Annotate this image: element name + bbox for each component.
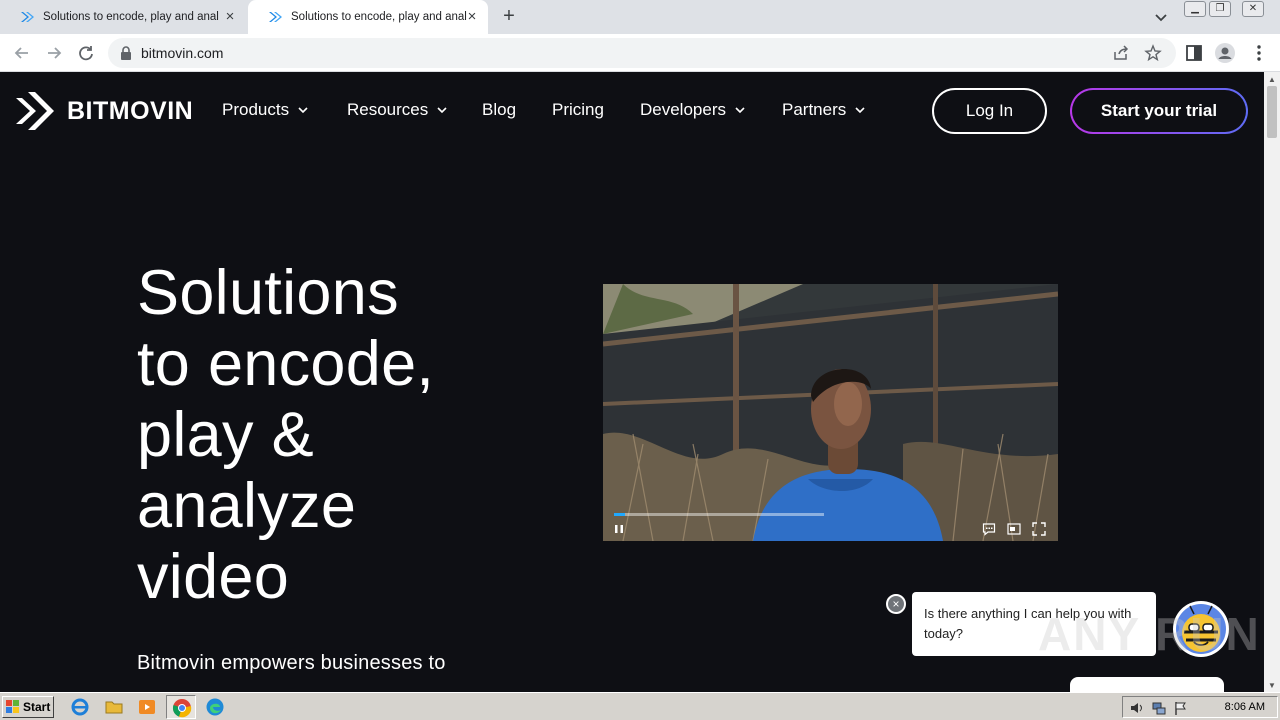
close-window-icon[interactable]: ✕ [1242, 1, 1264, 17]
address-bar[interactable]: bitmovin.com [108, 38, 1176, 68]
volume-icon[interactable] [1129, 700, 1145, 716]
hero-title-line: Solutions [137, 258, 399, 328]
tab-close-icon[interactable]: × [464, 9, 480, 25]
tab-strip: Solutions to encode, play and analyze vi… [0, 0, 1280, 34]
media-player-icon[interactable] [137, 697, 157, 717]
bitmovin-logo-icon [16, 92, 54, 130]
internet-explorer-icon[interactable] [70, 697, 90, 717]
chevron-down-icon [298, 106, 308, 113]
login-button[interactable]: Log In [932, 88, 1047, 134]
forward-icon[interactable] [43, 42, 65, 64]
page-scrollbar[interactable]: ▲ ▼ [1264, 72, 1280, 692]
share-icon[interactable] [1112, 44, 1130, 62]
chrome-icon [172, 699, 192, 718]
system-tray: 8:06 AM [1122, 696, 1278, 718]
back-icon[interactable] [11, 42, 33, 64]
scroll-up-arrow-icon[interactable]: ▲ [1268, 75, 1276, 84]
tab-search-chevron-icon[interactable] [1152, 8, 1170, 26]
video-progress-bar[interactable] [614, 513, 824, 516]
file-explorer-icon[interactable] [104, 697, 124, 717]
minimize-icon[interactable]: ▁ [1184, 1, 1206, 17]
side-panel-icon[interactable] [1183, 42, 1205, 64]
menu-kebab-icon[interactable] [1248, 42, 1270, 64]
restore-icon[interactable]: ❐ [1209, 1, 1231, 17]
nav-label: Products [222, 100, 290, 119]
nav-label: Partners [782, 100, 847, 119]
video-player[interactable] [603, 284, 1058, 541]
anyrun-watermark: ANY RUN [1038, 608, 1261, 660]
url-text: bitmovin.com [141, 45, 224, 61]
nav-label: Developers [640, 100, 726, 119]
bitmovin-logo[interactable]: BITMOVIN [16, 92, 193, 130]
start-trial-label: Start your trial [1072, 90, 1246, 132]
hero-title-line: play & [137, 400, 314, 470]
chevron-down-icon [437, 106, 447, 113]
nav-resources[interactable]: Resources [347, 100, 447, 120]
edge-icon[interactable] [205, 697, 225, 717]
scrollbar-thumb[interactable] [1267, 86, 1277, 138]
subtitles-icon[interactable] [982, 522, 996, 536]
start-label: Start [23, 700, 51, 714]
tab-close-icon[interactable]: × [222, 9, 238, 25]
picture-in-picture-icon[interactable] [1007, 522, 1021, 536]
video-progress-fill [614, 513, 625, 516]
clock: 8:06 AM [1224, 701, 1265, 713]
video-frame-image [603, 284, 1058, 541]
lock-icon [121, 46, 131, 60]
browser-tab[interactable]: Solutions to encode, play and analyze vi… [0, 0, 246, 34]
tab-title: Solutions to encode, play and analyze vi… [291, 11, 467, 23]
browser-toolbar: bitmovin.com [0, 34, 1280, 72]
hero-title: Solutions to encode, play & analyze vide… [137, 258, 537, 613]
nav-label: Resources [347, 100, 429, 119]
nav-products[interactable]: Products [222, 100, 308, 120]
logo-text: BITMOVIN [67, 96, 194, 125]
start-trial-button[interactable]: Start your trial [1070, 88, 1248, 134]
bitmovin-favicon-icon [21, 12, 34, 22]
action-center-flag-icon[interactable] [1173, 700, 1189, 716]
nav-pricing[interactable]: Pricing [552, 100, 604, 120]
windows-logo-icon [6, 700, 19, 713]
profile-avatar-icon[interactable] [1214, 42, 1236, 64]
nav-blog[interactable]: Blog [482, 100, 516, 120]
fullscreen-icon[interactable] [1032, 522, 1046, 536]
chat-launcher-panel[interactable] [1070, 677, 1224, 692]
reload-icon[interactable] [75, 42, 97, 64]
hero-title-line: video [137, 542, 290, 612]
chevron-down-icon [735, 106, 745, 113]
hero-title-line: analyze [137, 471, 357, 541]
new-tab-button[interactable]: + [498, 5, 520, 27]
nav-developers[interactable]: Developers [640, 100, 745, 120]
browser-tab-active[interactable]: Solutions to encode, play and analyze vi… [248, 0, 488, 34]
chrome-taskbar-button[interactable] [166, 695, 196, 719]
nav-partners[interactable]: Partners [782, 100, 865, 120]
bitmovin-favicon-icon [269, 12, 282, 22]
tab-title: Solutions to encode, play and analyze vi… [43, 11, 219, 23]
web-page: BITMOVIN Products Resources Blog Pricing… [0, 72, 1264, 692]
pause-icon[interactable] [612, 522, 626, 536]
hero-description: Bitmovin empowers businesses to [137, 652, 446, 674]
nav-label: Pricing [552, 100, 604, 119]
network-icon[interactable] [1151, 700, 1167, 716]
chat-close-button[interactable]: × [886, 594, 906, 614]
hero-title-line: to encode, [137, 329, 435, 399]
bookmark-star-icon[interactable] [1144, 44, 1162, 62]
nav-label: Blog [482, 100, 517, 119]
taskbar: Start 8:06 AM [0, 692, 1280, 720]
chevron-down-icon [855, 106, 865, 113]
start-button[interactable]: Start [2, 696, 54, 718]
scroll-down-arrow-icon[interactable]: ▼ [1268, 681, 1276, 690]
